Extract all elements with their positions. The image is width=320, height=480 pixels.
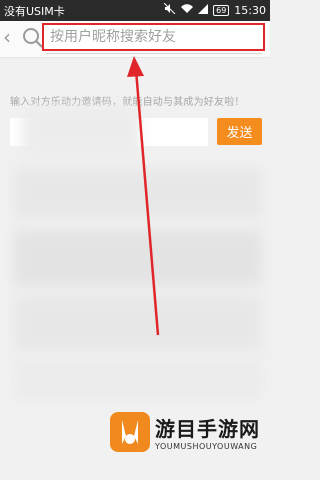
annotation-arrow <box>127 56 160 336</box>
watermark-logo-icon <box>110 412 150 452</box>
watermark-title: 游目手游网 <box>155 417 260 441</box>
watermark-subtitle: YOUMUSHOUYOUWANG <box>155 442 258 451</box>
watermark: 游目手游网 YOUMUSHOUYOUWANG <box>110 412 260 452</box>
